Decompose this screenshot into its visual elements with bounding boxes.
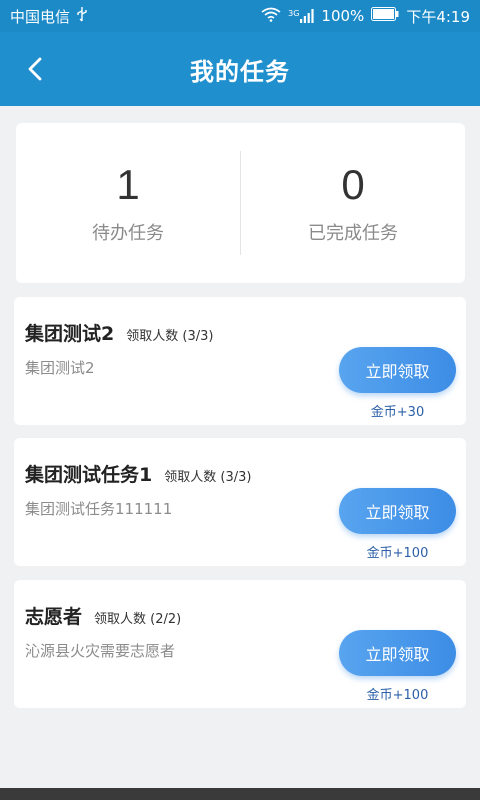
task-description: 集团测试任务111111 bbox=[25, 500, 173, 518]
task-card: 集团测试任务1 领取人数 (3/3) 集团测试任务111111 立即领取 金币+… bbox=[14, 438, 466, 566]
pending-label: 待办任务 bbox=[92, 223, 164, 244]
usb-icon bbox=[76, 6, 88, 26]
pending-count: 1 bbox=[116, 161, 140, 208]
task-claim-count: 领取人数 (3/3) bbox=[126, 329, 214, 344]
task-claim-count: 领取人数 (3/3) bbox=[164, 470, 252, 485]
claim-task-button[interactable]: 立即领取 bbox=[339, 488, 456, 534]
page-title: 我的任务 bbox=[190, 57, 290, 86]
battery-icon bbox=[371, 7, 399, 25]
battery-percent: 100% bbox=[321, 7, 365, 25]
task-title: 集团测试任务1 bbox=[25, 464, 153, 486]
task-summary-card: 1 待办任务 0 已完成任务 bbox=[16, 123, 465, 283]
task-title: 志愿者 bbox=[25, 606, 83, 628]
status-bar: 中国电信 3G 100% 下午4:19 bbox=[0, 0, 480, 32]
wifi-icon bbox=[261, 7, 281, 26]
system-nav-bar bbox=[0, 788, 480, 800]
clock: 下午4:19 bbox=[406, 7, 470, 26]
completed-tasks-stat[interactable]: 0 已完成任务 bbox=[241, 123, 465, 283]
claim-task-button[interactable]: 立即领取 bbox=[339, 347, 456, 393]
claim-task-button[interactable]: 立即领取 bbox=[339, 630, 456, 676]
task-title: 集团测试2 bbox=[25, 323, 115, 345]
carrier-label: 中国电信 bbox=[10, 7, 71, 26]
signal-icon: 3G bbox=[288, 9, 315, 23]
nav-bar: 我的任务 bbox=[0, 32, 480, 106]
coin-reward: 金币+100 bbox=[366, 688, 429, 703]
coin-reward: 金币+100 bbox=[366, 546, 429, 561]
coin-reward: 金币+30 bbox=[370, 405, 425, 420]
task-card: 集团测试2 领取人数 (3/3) 集团测试2 立即领取 金币+30 bbox=[14, 297, 466, 425]
chevron-left-icon bbox=[28, 57, 42, 81]
task-card: 志愿者 领取人数 (2/2) 沁源县火灾需要志愿者 立即领取 金币+100 bbox=[14, 580, 466, 708]
task-description: 沁源县火灾需要志愿者 bbox=[25, 642, 176, 660]
back-button[interactable] bbox=[18, 52, 52, 86]
completed-count: 0 bbox=[341, 161, 365, 208]
task-description: 集团测试2 bbox=[25, 359, 95, 377]
network-type-label: 3G bbox=[288, 9, 300, 18]
task-claim-count: 领取人数 (2/2) bbox=[94, 612, 182, 627]
pending-tasks-stat[interactable]: 1 待办任务 bbox=[16, 123, 240, 283]
completed-label: 已完成任务 bbox=[308, 223, 398, 244]
